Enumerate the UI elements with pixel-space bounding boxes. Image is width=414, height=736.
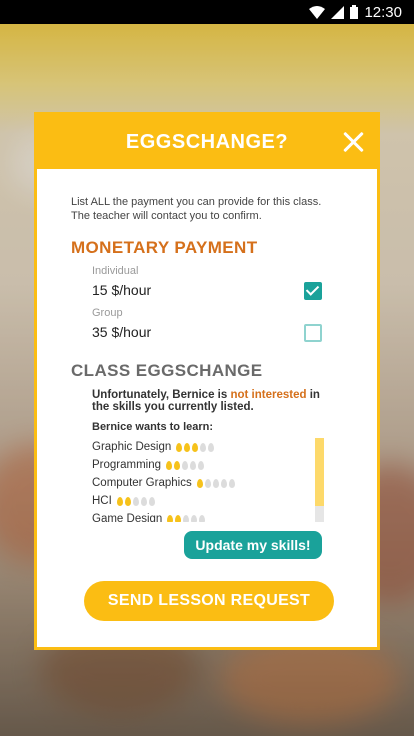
egg-rating [176,442,215,452]
egg-empty-icon [212,478,219,488]
egg-full-icon [196,478,203,488]
egg-empty-icon [228,478,235,488]
skill-name: Computer Graphics [92,477,192,489]
egg-full-icon [167,514,174,522]
egg-empty-icon [191,514,198,522]
note-prefix: Unfortunately, Bernice is [92,389,228,401]
egg-full-icon [124,496,131,506]
not-interested-note: Unfortunately, Bernice is not interested… [92,389,332,413]
intro-text: List ALL the payment you can provide for… [71,196,322,222]
eggschange-dialog: EGGSCHANGE? List ALL the payment you can… [34,112,380,650]
egg-empty-icon [198,460,205,470]
option-label-individual: Individual [92,265,139,277]
egg-empty-icon [200,442,207,452]
list-item: HCI [92,492,322,510]
egg-empty-icon [190,460,197,470]
send-lesson-request-button[interactable]: SEND LESSON REQUEST [84,581,334,621]
signal-icon [331,5,345,19]
option-value-individual: 15 $/hour [92,282,152,298]
list-item: Computer Graphics [92,474,322,492]
egg-empty-icon [140,496,147,506]
checkbox-individual[interactable] [304,282,322,300]
egg-full-icon [176,442,183,452]
egg-full-icon [166,460,173,470]
egg-rating [116,496,155,506]
egg-empty-icon [182,460,189,470]
monetary-payment-title: MONETARY PAYMENT [71,238,258,257]
skill-name: HCI [92,495,112,507]
egg-empty-icon [220,478,227,488]
list-item: Programming [92,456,322,474]
egg-rating [196,478,235,488]
close-icon[interactable] [339,128,367,156]
egg-empty-icon [148,496,155,506]
class-eggschange-title: CLASS EGGSCHANGE [71,361,263,380]
egg-rating [166,460,205,470]
skills-scrollbar[interactable] [315,438,324,522]
egg-empty-icon [199,514,206,522]
skills-list[interactable]: Graphic Design Programming Computer Grap… [92,438,322,522]
egg-empty-icon [183,514,190,522]
egg-empty-icon [132,496,139,506]
dialog-title: EGGSCHANGE? [125,130,289,153]
egg-empty-icon [204,478,211,488]
status-bar: 12:30 [0,0,414,24]
update-skills-button[interactable]: Update my skills! [184,531,322,559]
egg-full-icon [116,496,123,506]
scrollbar-thumb[interactable] [315,438,324,506]
egg-full-icon [174,460,181,470]
battery-icon [350,5,359,19]
skill-name: Game Design [92,513,163,522]
checkbox-group[interactable] [304,324,322,342]
dialog-header: EGGSCHANGE? [37,115,377,169]
egg-full-icon [175,514,182,522]
skill-name: Graphic Design [92,441,172,453]
egg-full-icon [184,442,191,452]
list-item: Game Design [92,510,322,522]
egg-empty-icon [208,442,215,452]
egg-rating [167,514,206,522]
note-highlight: not interested [230,389,307,401]
option-value-group: 35 $/hour [92,324,152,340]
skill-name: Programming [92,459,162,471]
wifi-icon [309,5,326,19]
list-item: Graphic Design [92,438,322,456]
option-label-group: Group [92,307,123,319]
wants-to-learn-label: Bernice wants to learn: [92,421,214,433]
egg-full-icon [192,442,199,452]
status-time: 12:30 [364,3,402,21]
